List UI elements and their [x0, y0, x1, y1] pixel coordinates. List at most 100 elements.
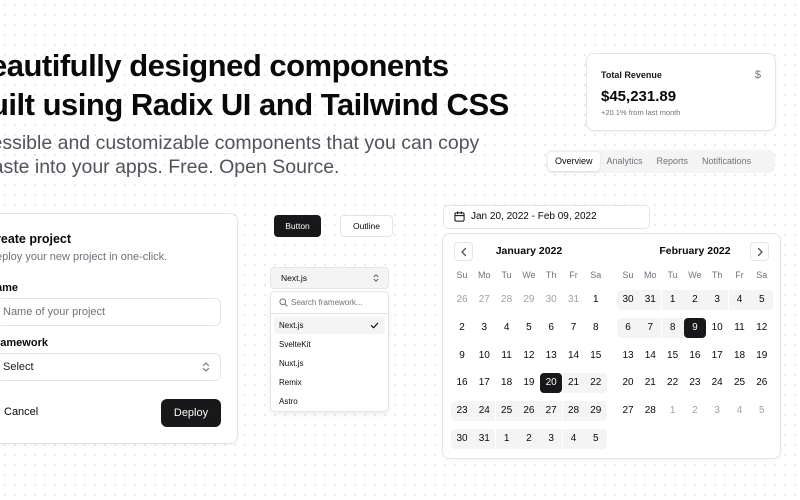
cancel-button[interactable]: Cancel [4, 406, 38, 418]
combobox-option[interactable]: Remix [274, 374, 385, 391]
calendar-day[interactable]: 27 [473, 290, 495, 310]
calendar-day[interactable]: 3 [706, 290, 729, 310]
calendar-day[interactable]: 2 [684, 401, 706, 421]
outline-button[interactable]: Outline [340, 215, 393, 237]
calendar-day[interactable]: 21 [639, 373, 661, 393]
calendar-day[interactable]: 28 [496, 290, 518, 310]
deploy-button[interactable]: Deploy [161, 399, 221, 427]
calendar-day[interactable]: 3 [473, 318, 495, 338]
calendar-day[interactable]: 27 [617, 401, 639, 421]
calendar-day[interactable]: 6 [540, 318, 562, 338]
calendar-day[interactable]: 2 [451, 318, 473, 338]
calendar-day[interactable]: 31 [639, 290, 662, 310]
calendar-day[interactable]: 10 [706, 318, 728, 338]
calendar-day[interactable]: 18 [729, 346, 751, 366]
calendar-day[interactable]: 28 [562, 401, 585, 422]
calendar-day[interactable]: 24 [473, 401, 496, 422]
calendar-day[interactable]: 25 [495, 401, 518, 422]
calendar-day[interactable]: 21 [562, 373, 585, 394]
calendar-day[interactable]: 3 [540, 429, 563, 449]
combobox-option[interactable]: SvelteKit [274, 336, 385, 353]
calendar-day[interactable]: 7 [639, 317, 662, 338]
calendar-day[interactable]: 9 [683, 317, 706, 338]
calendar-day[interactable]: 30 [617, 290, 639, 310]
calendar-day[interactable]: 5 [751, 401, 773, 421]
calendar-day[interactable]: 16 [451, 373, 473, 393]
calendar-day[interactable]: 15 [585, 346, 607, 366]
calendar-day[interactable]: 23 [684, 373, 706, 393]
framework-combobox[interactable]: Next.js [270, 267, 389, 289]
combobox-option[interactable]: Astro [274, 393, 385, 410]
calendar-day[interactable]: 20 [617, 373, 639, 393]
calendar-day[interactable]: 16 [684, 346, 706, 366]
hero-subtitle-line-1: ccessible and customizable components th… [0, 132, 480, 154]
calendar-day[interactable]: 22 [584, 373, 607, 394]
calendar-day[interactable]: 24 [706, 373, 728, 393]
calendar-day[interactable]: 29 [584, 401, 607, 422]
calendar-day[interactable]: 15 [662, 346, 684, 366]
calendar-day[interactable]: 18 [496, 373, 518, 393]
calendar-day[interactable]: 30 [540, 290, 562, 310]
calendar-day[interactable]: 1 [662, 401, 684, 421]
calendar-day[interactable]: 4 [496, 318, 518, 338]
calendar-day[interactable]: 12 [518, 346, 540, 366]
framework-search-input[interactable]: Search framework... [271, 292, 388, 314]
calendar-day[interactable]: 25 [729, 373, 751, 393]
calendar-day[interactable]: 11 [496, 346, 518, 366]
calendar-day[interactable]: 2 [683, 290, 706, 310]
tab-reports[interactable]: Reports [650, 152, 696, 171]
calendar-day[interactable]: 4 [562, 429, 585, 449]
calendar-day[interactable]: 19 [751, 346, 773, 366]
combobox-option[interactable]: Nuxt.js [274, 355, 385, 372]
framework-select[interactable]: Select [0, 353, 221, 381]
calendar-day[interactable]: 2 [517, 429, 540, 449]
tab-analytics[interactable]: Analytics [600, 152, 650, 171]
calendar-day[interactable]: 26 [451, 290, 473, 310]
project-name-input[interactable]: Name of your project [0, 298, 221, 326]
calendar-day[interactable]: 10 [473, 346, 495, 366]
framework-select-value: Select [3, 361, 34, 373]
calendar-day[interactable]: 22 [662, 373, 684, 393]
calendar-day[interactable]: 14 [563, 346, 585, 366]
calendar-day[interactable]: 17 [706, 346, 728, 366]
combobox-option[interactable]: Next.js [274, 317, 385, 334]
calendar-day[interactable]: 1 [585, 290, 607, 310]
date-range-picker-button[interactable]: Jan 20, 2022 - Feb 09, 2022 [443, 205, 650, 229]
month-title-january: January 2022 [495, 245, 563, 257]
calendar-day[interactable]: 26 [751, 373, 773, 393]
calendar-day[interactable]: 6 [617, 317, 639, 338]
calendar-day[interactable]: 1 [495, 429, 518, 449]
calendar-day[interactable]: 3 [706, 401, 728, 421]
calendar-day[interactable]: 8 [661, 317, 684, 338]
calendar-day[interactable]: 23 [451, 401, 473, 422]
calendar-day[interactable]: 26 [517, 401, 540, 422]
calendar-day[interactable]: 13 [617, 346, 639, 366]
calendar-day[interactable]: 12 [751, 318, 773, 338]
tab-overview[interactable]: Overview [548, 152, 600, 171]
calendar-day[interactable]: 13 [540, 346, 562, 366]
calendar-day[interactable]: 4 [729, 401, 751, 421]
calendar-day[interactable]: 5 [518, 318, 540, 338]
calendar-day[interactable]: 20 [540, 373, 563, 394]
calendar-day[interactable]: 1 [661, 290, 684, 310]
calendar-day[interactable]: 28 [639, 401, 661, 421]
weekday-label: Th [545, 270, 557, 280]
hero-subtitle-line-2: l paste into your apps. Free. Open Sourc… [0, 156, 340, 178]
calendar-day[interactable]: 29 [518, 290, 540, 310]
calendar-day[interactable]: 11 [729, 318, 751, 338]
primary-button[interactable]: Button [274, 215, 321, 237]
calendar-day[interactable]: 19 [518, 373, 540, 393]
calendar-day[interactable]: 5 [584, 429, 607, 449]
calendar-day[interactable]: 27 [540, 401, 563, 422]
tab-notifications[interactable]: Notifications [695, 152, 758, 171]
calendar-day[interactable]: 7 [563, 318, 585, 338]
calendar-day[interactable]: 4 [728, 290, 751, 310]
calendar-day[interactable]: 8 [585, 318, 607, 338]
calendar-day[interactable]: 5 [750, 290, 773, 310]
calendar-day[interactable]: 14 [639, 346, 661, 366]
calendar-day[interactable]: 9 [451, 346, 473, 366]
calendar-day[interactable]: 30 [451, 429, 473, 449]
calendar-day[interactable]: 31 [473, 429, 496, 449]
calendar-day[interactable]: 17 [473, 373, 495, 393]
calendar-day[interactable]: 31 [563, 290, 585, 310]
